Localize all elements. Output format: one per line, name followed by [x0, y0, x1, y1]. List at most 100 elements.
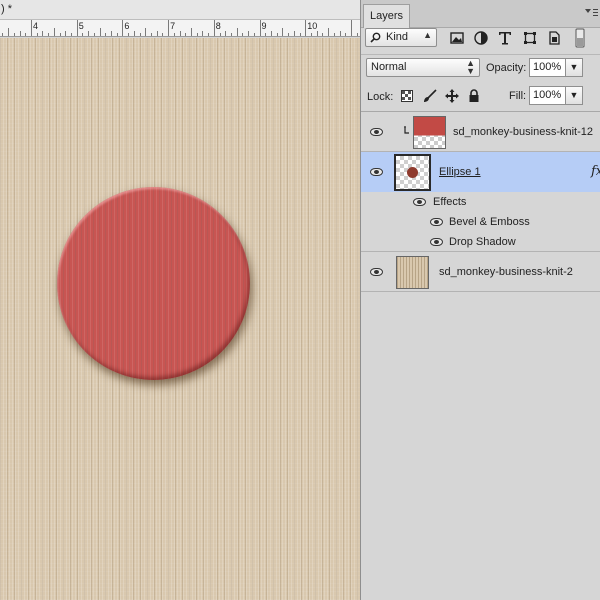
ruler-tick [339, 31, 341, 36]
canvas[interactable] [0, 38, 360, 600]
lock-fill-row: Lock: Fill: 100% ▼ [361, 83, 600, 109]
ruler-tick [65, 31, 67, 36]
panel-tab-bar: Layers [361, 0, 600, 28]
ruler-tick [242, 33, 244, 36]
shape-filter-icon[interactable] [522, 30, 538, 46]
ruler-tick [42, 31, 44, 36]
panel-menu-icon[interactable] [584, 8, 598, 18]
fill-input[interactable]: 100% [529, 86, 566, 105]
eye-icon[interactable] [413, 198, 426, 206]
layer-row-knit-2[interactable]: sd_monkey-business-knit-2 [361, 252, 600, 292]
ruler-label: 9 [261, 21, 267, 31]
ruler-tick [230, 33, 232, 36]
ruler-label: 6 [124, 21, 130, 31]
ruler-tick [151, 33, 152, 36]
ruler-tick [173, 33, 175, 36]
fx-icon[interactable]: fx [591, 164, 600, 179]
eye-icon[interactable] [370, 128, 383, 136]
layer-thumbnail [413, 116, 446, 149]
ruler-tick [328, 28, 329, 36]
ruler-tick [333, 33, 335, 36]
fill-dropdown-button[interactable]: ▼ [566, 86, 583, 105]
ruler-tick [88, 31, 90, 36]
effect-row-bevel-emboss[interactable]: Bevel & Emboss [361, 212, 600, 232]
eye-icon[interactable] [430, 218, 443, 226]
ruler-tick [53, 28, 55, 36]
lock-paint-icon[interactable] [423, 89, 437, 103]
lock-transparent-icon[interactable] [401, 90, 413, 102]
filter-toggle-icon[interactable] [574, 28, 586, 48]
horizontal-ruler[interactable]: 4 5 6 7 8 9 10 [0, 20, 360, 37]
ruler-tick [116, 33, 118, 36]
ruler-tick [133, 31, 135, 36]
layer-thumbnail [394, 154, 431, 191]
ruler-tick [293, 31, 295, 36]
ruler-tick [99, 28, 101, 36]
effects-row[interactable]: Effects [361, 192, 600, 212]
layer-name[interactable]: sd_monkey-business-knit-2 [439, 266, 573, 278]
lock-label: Lock: [367, 91, 394, 103]
search-icon [370, 32, 381, 43]
layer-row-ellipse-1[interactable]: Ellipse 1 fx [361, 152, 600, 192]
layers-list: sd_monkey-business-knit-12 Ellipse 1 fx … [361, 111, 600, 292]
ruler-tick [208, 33, 210, 36]
ellipse-shape[interactable] [57, 187, 250, 380]
ruler-tick [59, 33, 61, 36]
ruler-label: 8 [215, 21, 221, 31]
ruler-tick [8, 28, 10, 36]
layer-name[interactable]: Ellipse 1 [439, 166, 481, 178]
ruler-label: 7 [170, 21, 176, 31]
ruler-tick [105, 33, 107, 36]
ruler-tick [2, 33, 4, 36]
ruler-tick [36, 33, 38, 36]
ruler-tick [219, 33, 221, 36]
image-filter-icon[interactable] [449, 30, 465, 46]
ruler-tick [276, 33, 278, 36]
eye-icon[interactable] [370, 168, 383, 176]
ruler-tick [76, 20, 78, 36]
ruler-tick [270, 31, 272, 36]
type-filter-icon[interactable] [497, 30, 513, 46]
kind-filter-label: Kind [386, 31, 409, 43]
ruler-tick [248, 31, 250, 36]
effect-row-drop-shadow[interactable]: Drop Shadow [361, 232, 600, 252]
smart-object-filter-icon[interactable] [546, 30, 562, 46]
kind-filter-dropdown[interactable]: Kind ▲ [365, 28, 437, 47]
ruler-tick [31, 20, 32, 36]
document-tab[interactable]: ) * [0, 0, 360, 20]
tab-layers[interactable]: Layers [363, 4, 411, 28]
ruler-tick [350, 20, 352, 36]
ruler-tick [282, 28, 284, 36]
ruler-tick [196, 33, 198, 36]
lock-move-icon[interactable] [445, 89, 459, 103]
opacity-input[interactable]: 100% [529, 58, 566, 77]
eye-icon[interactable] [430, 238, 443, 246]
layer-name[interactable]: sd_monkey-business-knit-12 [453, 126, 593, 138]
effect-name: Bevel & Emboss [449, 216, 530, 228]
lock-all-icon[interactable] [468, 89, 480, 103]
ruler-tick [93, 33, 95, 36]
blend-mode-value: Normal [371, 61, 407, 73]
ruler-tick [168, 20, 170, 36]
ruler-tick [299, 33, 301, 36]
adjustment-filter-icon[interactable] [473, 30, 489, 46]
ruler-tick [259, 20, 261, 36]
ruler-tick [71, 33, 72, 36]
ruler-tick [225, 31, 227, 36]
layers-empty-area[interactable] [361, 292, 600, 600]
ruler-tick [156, 31, 158, 36]
ruler-tick [25, 33, 27, 36]
opacity-dropdown-button[interactable]: ▼ [566, 58, 583, 77]
ruler-tick [82, 33, 84, 36]
blend-mode-dropdown[interactable]: Normal ▲ ▼ [366, 58, 480, 77]
chevron-updown-icon: ▲ [423, 30, 432, 40]
effect-name: Drop Shadow [449, 236, 516, 248]
ruler-tick [305, 20, 307, 36]
ruler-label: 5 [78, 21, 84, 31]
ruler-tick [310, 33, 312, 36]
opacity-label: Opacity: [486, 62, 527, 74]
layer-row-knit-12[interactable]: sd_monkey-business-knit-12 [361, 112, 600, 152]
fill-label: Fill: [509, 90, 527, 102]
clip-arrow-icon [404, 126, 409, 134]
eye-icon[interactable] [370, 268, 383, 276]
